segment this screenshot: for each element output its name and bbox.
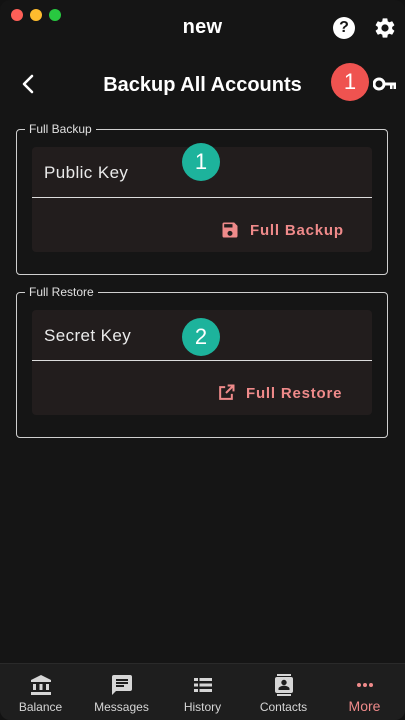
nav-item-contacts[interactable]: Contacts (243, 664, 324, 720)
title-bar: new ? (0, 0, 405, 56)
more-icon (357, 683, 373, 687)
nav-item-history[interactable]: History (162, 664, 243, 720)
message-icon (112, 675, 132, 695)
field-underline (32, 360, 372, 361)
step-badge-restore: 2 (182, 318, 220, 356)
full-restore-button[interactable]: Full Restore (216, 383, 342, 403)
secret-key-label: Secret Key (44, 326, 132, 345)
full-restore-label: Full Restore (246, 384, 343, 402)
public-key-label: Public Key (44, 163, 129, 182)
full-backup-button[interactable]: Full Backup (220, 220, 344, 240)
full-backup-legend: Full Backup (29, 122, 92, 136)
full-backup-label: Full Backup (250, 221, 344, 239)
nav-label-messages: Messages (94, 700, 149, 714)
key-icon[interactable] (373, 76, 397, 92)
app-window: new ? Backup All Accounts 1 Full Backup … (0, 0, 405, 720)
open-external-icon (219, 384, 235, 400)
help-icon[interactable]: ? (333, 17, 355, 39)
list-icon (194, 678, 212, 692)
nav-label-more: More (348, 698, 381, 714)
full-restore-legend: Full Restore (29, 285, 94, 299)
field-underline (32, 197, 372, 198)
step-badge-backup: 1 (182, 143, 220, 181)
nav-label-balance: Balance (18, 700, 63, 714)
page-title: Backup All Accounts (103, 74, 302, 96)
nav-item-more[interactable]: More (324, 664, 405, 720)
back-arrow-icon[interactable] (17, 72, 41, 96)
bottom-navigation: Balance Messages History Contacts More (0, 663, 405, 720)
save-icon (222, 222, 238, 238)
nav-item-balance[interactable]: Balance (0, 664, 81, 720)
nav-label-contacts: Contacts (259, 700, 308, 714)
nav-label-history: History (183, 700, 222, 714)
contacts-icon (275, 674, 293, 696)
bank-icon (31, 675, 51, 695)
gear-icon[interactable] (373, 16, 397, 40)
nav-item-messages[interactable]: Messages (81, 664, 162, 720)
step-badge: 1 (331, 63, 369, 101)
